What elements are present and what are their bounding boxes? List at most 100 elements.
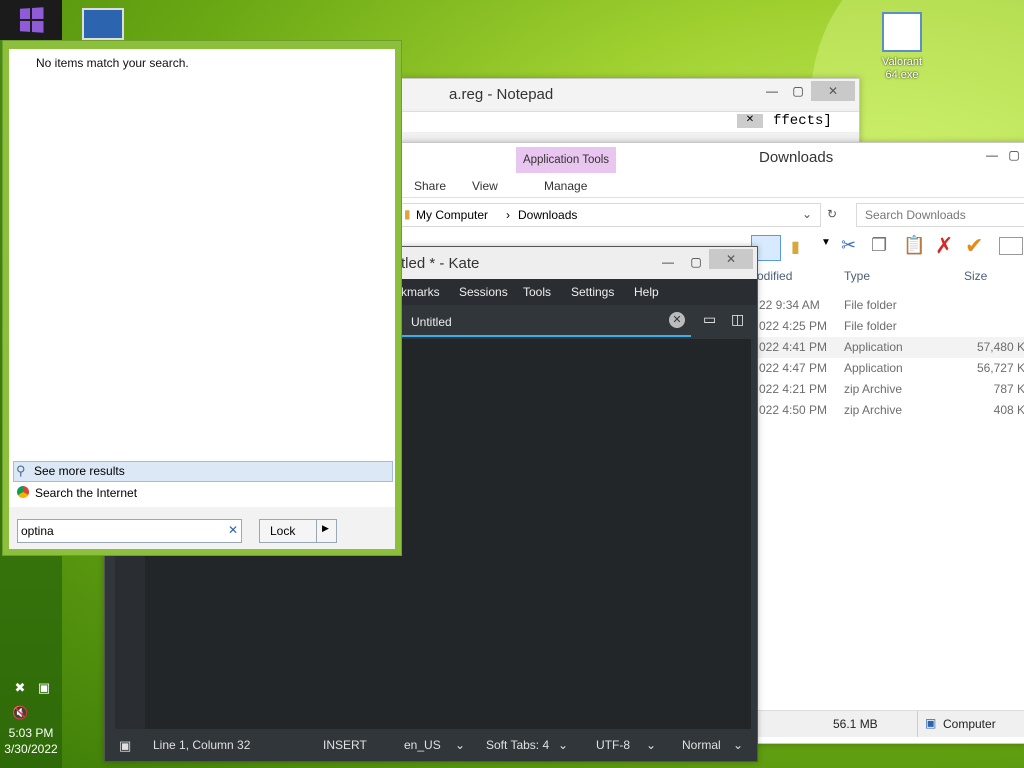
file-row[interactable]: 022 4:21 PM zip Archive 787 K: [751, 379, 1024, 400]
checkmark-icon[interactable]: ✔: [965, 233, 983, 259]
row-modified: 022 4:47 PM: [759, 361, 828, 375]
cut-icon[interactable]: ✂: [841, 235, 856, 256]
row-type: Application: [844, 340, 903, 354]
menu-bookmarks[interactable]: kmarks: [401, 285, 440, 299]
menu-help[interactable]: Help: [634, 285, 659, 299]
tab-application-tools[interactable]: Application Tools: [516, 147, 616, 173]
split-view-icon[interactable]: ◫: [731, 311, 744, 328]
indentation-setting[interactable]: Soft Tabs: 4: [486, 738, 549, 752]
encoding-setting[interactable]: UTF-8: [596, 738, 630, 752]
maximize-button[interactable]: ▢: [681, 252, 711, 272]
column-type[interactable]: Type: [844, 269, 870, 283]
maximize-button[interactable]: ▢: [783, 81, 813, 101]
row-type: File folder: [844, 298, 897, 312]
breadcrumb-separator: ›: [506, 208, 510, 222]
notepad-titlebar[interactable]: a.reg - Notepad — ▢ ✕: [401, 79, 859, 109]
new-document-icon[interactable]: ▭: [703, 311, 716, 328]
file-row[interactable]: 22 9:34 AM File folder: [751, 295, 1024, 316]
file-row[interactable]: 022 4:41 PM Application 57,480 K: [751, 337, 1024, 358]
row-type: zip Archive: [844, 403, 903, 417]
chevron-down-icon[interactable]: ⌄: [558, 738, 568, 752]
copy-icon[interactable]: ❐: [871, 235, 887, 256]
executable-icon: [882, 12, 922, 52]
delete-icon[interactable]: ✗: [935, 233, 953, 259]
clear-search-icon[interactable]: ✕: [228, 523, 238, 537]
search-the-internet[interactable]: Search the Internet: [13, 483, 391, 503]
search-icon: ⚲: [16, 463, 26, 478]
file-row[interactable]: 022 4:25 PM File folder: [751, 316, 1024, 337]
see-more-results[interactable]: ⚲ See more results: [13, 461, 393, 482]
column-size[interactable]: Size: [964, 269, 987, 283]
row-modified: 22 9:34 AM: [759, 298, 820, 312]
start-button[interactable]: [0, 0, 62, 40]
editing-mode[interactable]: Normal: [682, 738, 721, 752]
cursor-position[interactable]: Line 1, Column 32: [153, 738, 250, 752]
maximize-button[interactable]: ▢: [999, 145, 1024, 165]
network-icon[interactable]: ▣: [36, 680, 52, 696]
clock-time: 5:03 PM: [8, 726, 54, 740]
explorer-status-bar: 56.1 MB ▣ Computer: [751, 710, 1024, 737]
search-input[interactable]: Search Downloads: [856, 203, 1024, 227]
chevron-down-icon[interactable]: ⌄: [733, 738, 743, 752]
paste-icon[interactable]: 📋: [903, 235, 925, 256]
minimize-button[interactable]: —: [653, 252, 683, 272]
folder-icon: ▮: [404, 207, 411, 221]
rename-icon[interactable]: [999, 237, 1023, 255]
menu-sessions[interactable]: Sessions: [459, 285, 508, 299]
column-modified[interactable]: odified: [757, 269, 792, 283]
row-type: Application: [844, 361, 903, 375]
windows-logo-icon: [19, 7, 44, 33]
desktop-icon-valorant[interactable]: Valorant 64.exe: [872, 12, 932, 82]
chevron-down-icon[interactable]: ⌄: [455, 738, 465, 752]
chevron-down-icon[interactable]: ▼: [821, 237, 831, 248]
row-modified: 022 4:21 PM: [759, 382, 828, 396]
network-error-icon[interactable]: ✖: [12, 680, 28, 696]
menu-tools[interactable]: Tools: [523, 285, 551, 299]
chevron-down-icon[interactable]: ⌄: [802, 207, 812, 221]
desktop-icon-label: Valorant 64.exe: [881, 56, 923, 81]
computer-icon: [82, 8, 124, 40]
volume-muted-icon[interactable]: 🔇: [12, 705, 28, 721]
explorer-titlebar[interactable]: Application Tools Downloads — ▢: [401, 143, 1024, 173]
spellcheck-language[interactable]: en_US: [404, 738, 441, 752]
chrome-icon: [17, 486, 29, 498]
file-row[interactable]: 022 4:50 PM zip Archive 408 K: [751, 400, 1024, 421]
window-title: a.reg - Notepad: [449, 86, 554, 103]
start-search-input[interactable]: optina ✕: [17, 519, 242, 543]
notepad-window[interactable]: a.reg - Notepad — ▢ ✕ ✕ ffects]: [400, 78, 860, 150]
window-title: Downloads: [759, 149, 834, 166]
chevron-right-icon[interactable]: ▶: [322, 523, 329, 534]
computer-icon: ▣: [925, 716, 937, 730]
tab-manage[interactable]: Manage: [544, 179, 587, 193]
status-divider: [917, 711, 918, 737]
address-bar[interactable]: ▮ My Computer › Downloads ⌄: [401, 203, 821, 227]
search-results-pane: No items match your search. ⚲ See more r…: [9, 49, 395, 549]
refresh-icon[interactable]: ↻: [821, 203, 843, 225]
tab-untitled[interactable]: Untitled ✕: [401, 307, 691, 337]
input-mode-insert[interactable]: INSERT: [323, 738, 367, 752]
clear-icon[interactable]: ✕: [737, 114, 763, 128]
menu-settings[interactable]: Settings: [571, 285, 614, 299]
desktop-icon-computer[interactable]: [78, 8, 128, 40]
notepad-text: ffects]: [773, 113, 832, 129]
folder-properties-icon[interactable]: ▮: [791, 237, 811, 257]
tab-view[interactable]: View: [472, 179, 498, 193]
close-button[interactable]: ✕: [709, 249, 753, 269]
close-tab-icon[interactable]: ✕: [669, 312, 685, 328]
notepad-text-area[interactable]: ✕ ffects]: [401, 111, 859, 132]
lock-button[interactable]: Lock ▶: [259, 519, 337, 543]
clock[interactable]: 5:03 PM 3/30/2022: [0, 725, 62, 757]
chevron-down-icon[interactable]: ⌄: [646, 738, 656, 752]
row-size: 57,480 K: [976, 340, 1024, 354]
row-modified: 022 4:50 PM: [759, 403, 828, 417]
tab-label: Untitled: [411, 315, 452, 329]
save-icon[interactable]: ▣: [119, 738, 131, 754]
breadcrumb-my-computer[interactable]: My Computer: [416, 208, 488, 222]
tab-share[interactable]: Share: [414, 179, 446, 193]
file-row[interactable]: 022 4:47 PM Application 56,727 K: [751, 358, 1024, 379]
close-button[interactable]: ✕: [811, 81, 855, 101]
breadcrumb-downloads[interactable]: Downloads: [518, 208, 577, 222]
row-size: 56,727 K: [976, 361, 1024, 375]
row-type: File folder: [844, 319, 897, 333]
search-placeholder: Search Downloads: [865, 208, 966, 222]
